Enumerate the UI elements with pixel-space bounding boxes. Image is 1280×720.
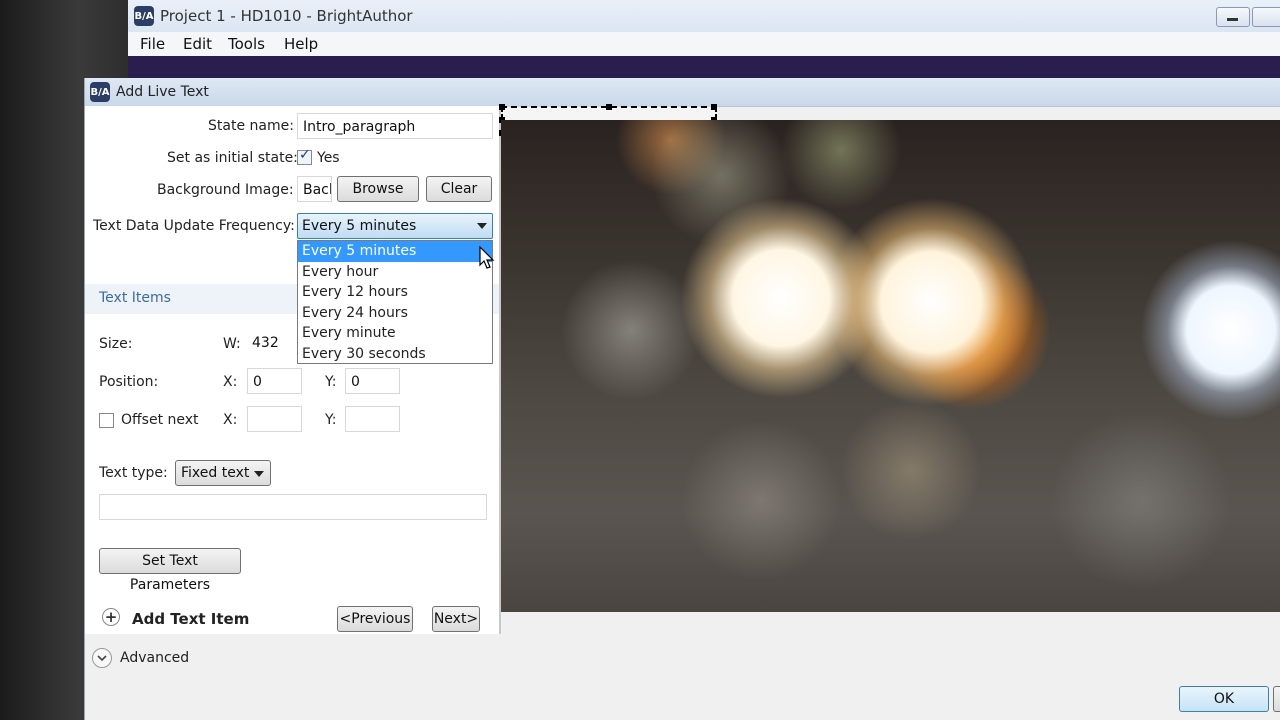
resize-handle[interactable] (606, 104, 612, 110)
menu-help[interactable]: Help (284, 35, 318, 53)
cancel-button-edge[interactable] (1273, 686, 1280, 712)
app-logo-icon: B/A (134, 6, 154, 26)
width-input[interactable]: 432 (247, 330, 297, 356)
add-live-text-dialog: B/A Add Live Text State name: Intro_para… (84, 78, 1280, 720)
update-frequency-dropdown-list: Every 5 minutes Every hour Every 12 hour… (297, 240, 493, 364)
position-y-input[interactable]: 0 (345, 368, 400, 394)
dropdown-arrow-icon (477, 223, 487, 229)
offset-x-input[interactable] (247, 406, 302, 432)
frequency-option[interactable]: Every 30 seconds (298, 344, 492, 365)
window-title: Project 1 - HD1010 - BrightAuthor (160, 7, 413, 25)
menu-edit[interactable]: Edit (183, 35, 212, 53)
mouse-cursor-icon (479, 246, 495, 269)
background-preview-image (501, 120, 1280, 612)
main-title-bar: B/A Project 1 - HD1010 - BrightAuthor (128, 0, 1280, 32)
app-logo-icon: B/A (90, 82, 110, 102)
state-name-input[interactable]: Intro_paragraph (297, 113, 493, 139)
background-image-label: Background Image: (157, 182, 294, 198)
update-frequency-value: Every 5 minutes (302, 218, 417, 234)
preview-bottom-area (501, 612, 1280, 634)
checkmark-icon: ✓ (299, 147, 311, 163)
position-x-label: X: (223, 374, 238, 390)
frequency-option[interactable]: Every hour (298, 262, 492, 283)
set-text-parameters-button[interactable]: Set Text Parameters (99, 548, 241, 593)
advanced-label[interactable]: Advanced (120, 650, 189, 666)
initial-state-label: Set as initial state: (167, 150, 298, 166)
frequency-option[interactable]: Every minute (298, 323, 492, 344)
text-content-input[interactable] (99, 494, 487, 520)
state-name-label: State name: (208, 118, 294, 134)
offset-next-label: Offset next (121, 412, 199, 428)
update-frequency-label: Text Data Update Frequency: (93, 218, 295, 234)
next-button[interactable]: Next> (432, 606, 480, 632)
chevron-down-circle-icon[interactable] (92, 648, 112, 668)
dropdown-arrow-icon (254, 471, 264, 477)
position-label: Position: (99, 374, 159, 390)
background-image-input[interactable]: Bacl (297, 176, 332, 202)
ok-button[interactable]: OK (1179, 686, 1269, 712)
dialog-title: Add Live Text (116, 84, 209, 100)
position-y-label: Y: (325, 374, 337, 390)
clear-button[interactable]: Clear (426, 176, 492, 202)
update-frequency-select[interactable]: Every 5 minutes (297, 213, 493, 239)
frequency-option[interactable]: Every 12 hours (298, 282, 492, 303)
menu-bar: File Edit Tools Help (128, 32, 1280, 56)
position-x-input[interactable]: 0 (247, 368, 302, 394)
text-items-header: Text Items (99, 290, 171, 306)
toolbar-strip (128, 56, 1280, 78)
initial-state-checkbox[interactable]: ✓ (297, 147, 312, 165)
live-text-settings-panel: State name: Intro_paragraph Set as initi… (85, 106, 501, 634)
browse-button[interactable]: Browse (337, 176, 419, 202)
size-label: Size: (99, 336, 133, 352)
dialog-title-bar: B/A Add Live Text (85, 78, 1280, 107)
text-type-select[interactable]: Fixed text (175, 460, 271, 486)
width-label: W: (223, 336, 241, 352)
resize-handle[interactable] (499, 104, 505, 110)
add-text-item-label[interactable]: Add Text Item (132, 610, 249, 628)
plus-circle-icon[interactable]: + (102, 608, 120, 626)
initial-state-yes-label: Yes (317, 150, 340, 166)
previous-button[interactable]: <Previous (337, 606, 413, 632)
offset-y-input[interactable] (345, 406, 400, 432)
menu-file[interactable]: File (140, 35, 165, 53)
resize-handle[interactable] (711, 104, 717, 110)
offset-y-label: Y: (325, 412, 337, 428)
frequency-option[interactable]: Every 5 minutes (298, 241, 492, 262)
text-type-label: Text type: (99, 465, 168, 481)
menu-tools[interactable]: Tools (228, 35, 265, 53)
offset-next-checkbox[interactable] (99, 413, 114, 428)
text-type-value: Fixed text (181, 465, 250, 481)
maximize-icon[interactable] (1252, 7, 1280, 27)
offset-x-label: X: (223, 412, 238, 428)
minimize-icon[interactable] (1216, 7, 1250, 27)
frequency-option[interactable]: Every 24 hours (298, 303, 492, 324)
